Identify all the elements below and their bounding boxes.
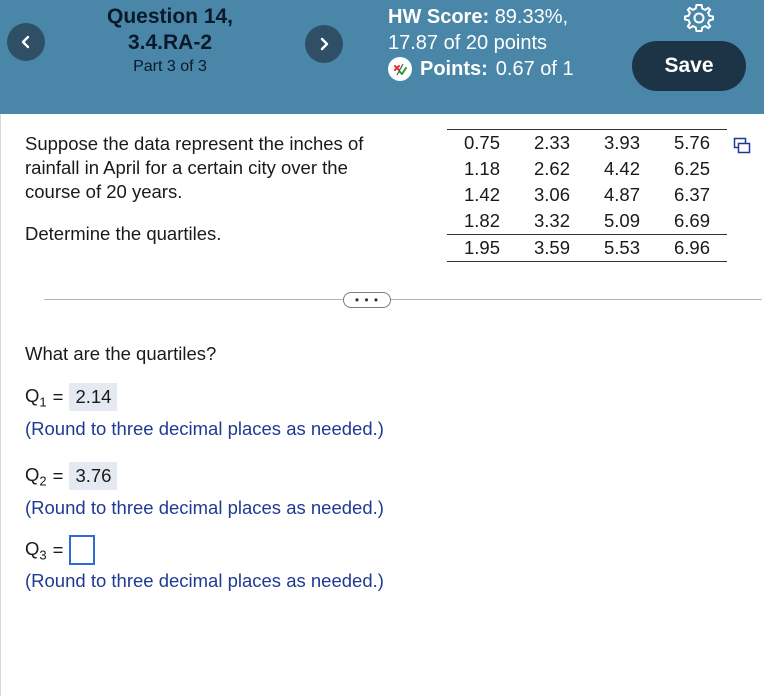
problem-instruction: Determine the quartiles. [25, 223, 222, 244]
question-points: Points: 0.67 of 1 [388, 56, 574, 82]
problem-text: Suppose the data represent the inches of… [25, 133, 364, 202]
equals-sign: = [52, 539, 64, 560]
hw-score: HW Score: 89.33%, [388, 4, 568, 30]
gear-icon[interactable] [683, 2, 715, 34]
q2-label: Q2 [25, 463, 47, 489]
answer-question: What are the quartiles? [25, 343, 217, 364]
table-cell: 1.95 [447, 234, 517, 262]
next-question-button[interactable] [305, 25, 343, 63]
hw-score-label: HW Score: [388, 6, 490, 28]
partial-credit-icon [388, 57, 412, 81]
table-cell: 6.69 [657, 208, 727, 235]
chevron-right-icon [320, 37, 329, 51]
table-row: 1.95 3.59 5.53 6.96 [447, 234, 727, 262]
header-bar: Question 14, 3.4.RA-2 Part 3 of 3 HW Sco… [0, 0, 764, 114]
question-id: 3.4.RA-2 [127, 31, 213, 54]
table-cell: 3.06 [533, 184, 570, 205]
hw-points: 17.87 of 20 points [388, 32, 548, 54]
equals-sign: = [52, 386, 64, 407]
q3-row: Q3 = [25, 535, 96, 565]
table-cell: 4.42 [603, 158, 640, 179]
table-cell: 6.96 [657, 234, 727, 262]
chevron-left-icon [21, 35, 30, 49]
question-title: Question 14, 3.4.RA-2 [95, 4, 245, 56]
table-cell: 6.37 [673, 184, 710, 205]
q2-answer: 3.76 [69, 462, 118, 490]
table-cell: 5.09 [587, 208, 657, 235]
prev-question-button[interactable] [7, 23, 45, 61]
table-cell: 3.93 [587, 129, 657, 156]
q2-hint: (Round to three decimal places as needed… [25, 497, 384, 518]
table-cell: 4.87 [603, 184, 640, 205]
table-cell: 5.53 [587, 234, 657, 262]
table-cell: 1.18 [463, 158, 500, 179]
q1-answer: 2.14 [69, 383, 118, 411]
part-indicator: Part 3 of 3 [133, 58, 207, 75]
q1-row: Q1 = 2.14 [25, 383, 118, 411]
table-row: 1.42 3.06 4.87 6.37 [447, 182, 727, 208]
table-cell: 2.62 [533, 158, 570, 179]
points-value: 0.67 of 1 [495, 58, 574, 80]
table-cell: 2.33 [517, 129, 587, 156]
q3-hint: (Round to three decimal places as needed… [25, 570, 384, 591]
table-cell: 5.76 [657, 129, 727, 156]
left-border [0, 114, 1, 696]
question-number: Question 14, [106, 5, 234, 28]
save-button[interactable]: Save [632, 41, 746, 91]
equals-sign: = [52, 465, 64, 486]
table-row: 1.82 3.32 5.09 6.69 [447, 208, 727, 235]
table-row: 1.18 2.62 4.42 6.25 [447, 156, 727, 182]
q3-answer-input[interactable] [69, 535, 96, 565]
points-label: Points: [420, 58, 488, 80]
table-cell: 3.59 [517, 234, 587, 262]
q3-label: Q3 [25, 537, 47, 563]
table-cell: 0.75 [447, 129, 517, 156]
data-table: 0.75 2.33 3.93 5.76 1.18 2.62 4.42 6.25 1.42 3.06… [447, 129, 727, 262]
q1-label: Q1 [25, 384, 47, 410]
hw-score-value: 89.33%, [494, 6, 569, 28]
table-cell: 1.42 [463, 184, 500, 205]
section-divider [44, 299, 762, 300]
table-row: 0.75 2.33 3.93 5.76 [447, 129, 727, 156]
table-cell: 1.82 [447, 208, 517, 235]
q2-row: Q2 = 3.76 [25, 462, 118, 490]
table-cell: 6.25 [673, 158, 710, 179]
q1-hint: (Round to three decimal places as needed… [25, 418, 384, 439]
table-cell: 3.32 [517, 208, 587, 235]
more-button[interactable]: • • • [343, 292, 391, 308]
copy-icon[interactable] [733, 137, 751, 155]
